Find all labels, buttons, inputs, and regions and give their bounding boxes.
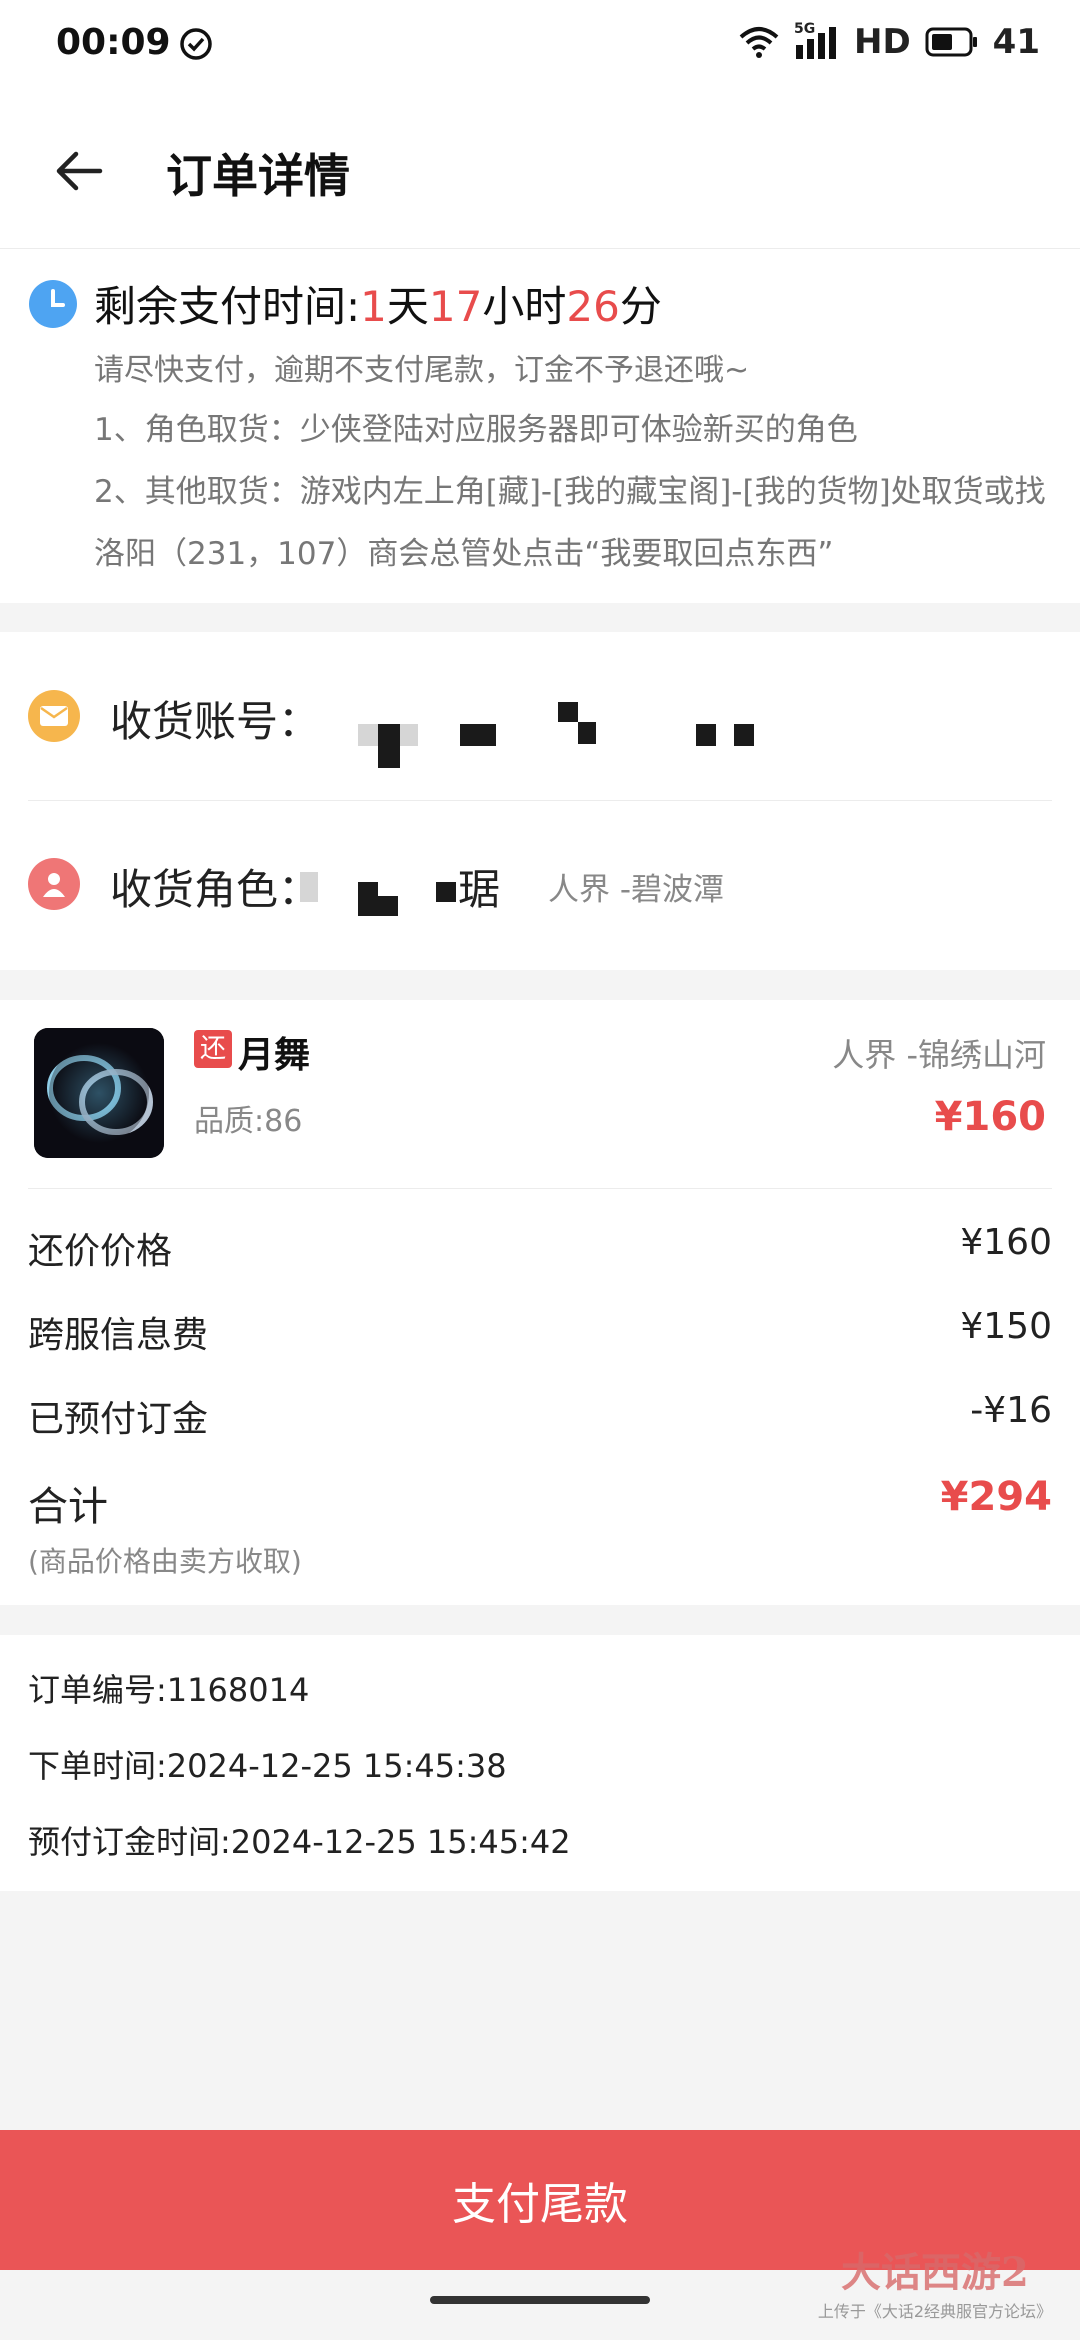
product-price: ¥160 — [934, 1094, 1046, 1140]
fee-note: (商品价格由卖方收取) — [28, 1545, 302, 1578]
fee-value: ¥150 — [960, 1306, 1052, 1347]
pickup-rule-role: 1、角色取货：少侠登陆对应服务器即可体验新买的角色 — [94, 412, 858, 448]
fee-value: ¥160 — [960, 1222, 1052, 1263]
role-server: 人界 -碧波潭 — [548, 872, 725, 908]
receive-info-card: 收货账号： 收货角色： 琚 人界 -碧波潭 — [0, 632, 1080, 970]
countdown-minutes: 26 — [566, 282, 620, 331]
wifi-icon — [739, 27, 779, 58]
back-arrow-icon — [56, 151, 103, 191]
payment-countdown-card: 剩余支付时间:1天17小时26分 请尽快支付，逾期不支付尾款，订金不予退还哦~ … — [0, 249, 1080, 603]
role-name-suffix: 琚 — [458, 865, 501, 914]
product-name: 月舞 — [238, 1035, 311, 1076]
order-number: 订单编号:1168014 — [28, 1671, 310, 1709]
clock-icon — [29, 280, 77, 328]
role-label: 收货角色： — [110, 865, 321, 914]
payment-notice: 请尽快支付，逾期不支付尾款，订金不予退还哦~ — [94, 353, 750, 388]
watermark-logo: 大话西游2 — [840, 2249, 1029, 2296]
countdown-days-unit: 天 — [386, 282, 429, 331]
user-icon — [28, 858, 80, 910]
counter-offer-tag: 还 — [194, 1030, 232, 1068]
signal-icon: 5G — [794, 21, 840, 59]
home-indicator[interactable] — [430, 2296, 650, 2304]
back-button[interactable] — [44, 136, 114, 206]
status-bar: 00:09 5G HD 41 — [0, 0, 1080, 92]
fee-label: 已预付订金 — [28, 1399, 209, 1440]
page-title: 订单详情 — [166, 149, 350, 203]
check-circle-icon — [180, 28, 212, 60]
fee-value: -¥16 — [970, 1390, 1052, 1431]
product-server: 人界 -锦绣山河 — [832, 1036, 1046, 1074]
app-bar: 订单详情 — [0, 92, 1080, 249]
battery-icon — [925, 27, 977, 57]
order-deposit-time: 预付订金时间:2024-12-25 15:45:42 — [28, 1823, 571, 1861]
fee-row-cross-server: 跨服信息费 ¥150 — [28, 1306, 1052, 1358]
divider — [28, 800, 1052, 801]
countdown-label: 剩余支付时间: — [94, 282, 361, 331]
countdown-days: 1 — [360, 282, 387, 331]
countdown-text: 剩余支付时间:1天17小时26分 — [94, 273, 662, 334]
divider — [28, 1188, 1052, 1189]
countdown-minutes-unit: 分 — [619, 282, 662, 331]
hd-indicator: HD — [853, 22, 911, 62]
mail-icon — [28, 690, 80, 742]
fee-label: 跨服信息费 — [28, 1315, 209, 1356]
product-quality: 品质:86 — [194, 1104, 303, 1139]
watermark-caption: 上传于《大话2经典服官方论坛》 — [817, 2302, 1052, 2321]
countdown-hours-unit: 小时 — [482, 282, 567, 331]
pickup-rule-other: 2、其他取货：游戏内左上角[藏]-[我的藏宝阁]-[我的货物]处取货或找洛阳（2… — [94, 474, 1046, 572]
order-info-card: 订单编号:1168014 下单时间:2024-12-25 15:45:38 预付… — [0, 1635, 1080, 1891]
product-image — [34, 1028, 164, 1158]
battery-level: 41 — [992, 22, 1040, 62]
product-card: 还 月舞 品质:86 人界 -锦绣山河 ¥160 还价价格 ¥160 跨服信息费… — [0, 1000, 1080, 1605]
fee-row-counter-price: 还价价格 ¥160 — [28, 1222, 1052, 1274]
order-created-time: 下单时间:2024-12-25 15:45:38 — [28, 1747, 507, 1785]
status-indicators: 5G HD 41 — [738, 21, 1040, 62]
account-label: 收货账号： — [110, 697, 321, 746]
forum-watermark: 大话西游2 上传于《大话2经典服官方论坛》 — [818, 2240, 1052, 2322]
fee-row-deposit: 已预付订金 -¥16 — [28, 1390, 1052, 1442]
fee-row-total: 合计 ¥294 — [28, 1474, 1052, 1532]
countdown-hours: 17 — [428, 282, 483, 331]
total-amount: ¥294 — [940, 1474, 1052, 1520]
fee-label: 还价价格 — [28, 1231, 173, 1272]
total-label: 合计 — [28, 1484, 108, 1530]
status-time: 00:09 — [56, 22, 171, 63]
